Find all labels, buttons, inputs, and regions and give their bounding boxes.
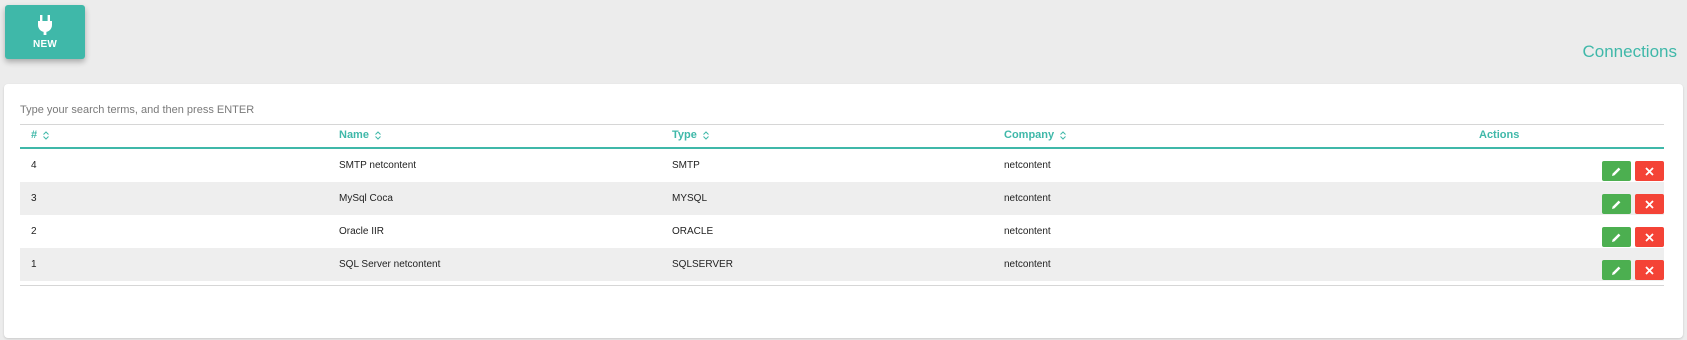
plug-icon bbox=[38, 14, 52, 35]
close-icon bbox=[1645, 265, 1654, 275]
cell-name: SQL Server netcontent bbox=[339, 259, 441, 270]
cell-type: ORACLE bbox=[672, 226, 714, 237]
column-header-company[interactable]: Company bbox=[1004, 129, 1066, 141]
delete-button[interactable] bbox=[1635, 227, 1664, 247]
table-row: 1 SQL Server netcontent SQLSERVER netcon… bbox=[20, 248, 1664, 281]
table-row: 4 SMTP netcontent SMTP netcontent bbox=[20, 149, 1664, 182]
close-icon bbox=[1645, 232, 1654, 242]
cell-id: 1 bbox=[31, 259, 37, 270]
connections-card: # Name Type Company Actions 4 SMTP netco… bbox=[4, 84, 1683, 338]
cell-type: MYSQL bbox=[672, 193, 708, 204]
edit-button[interactable] bbox=[1602, 260, 1631, 280]
cell-company: netcontent bbox=[1004, 226, 1051, 237]
page-title: Connections bbox=[1582, 42, 1677, 61]
cell-name: SMTP netcontent bbox=[339, 160, 417, 171]
cell-id: 3 bbox=[31, 193, 37, 204]
new-button-label: NEW bbox=[33, 38, 57, 50]
edit-button[interactable] bbox=[1602, 194, 1631, 214]
table-bottom-border bbox=[20, 285, 1664, 286]
cell-name: Oracle IIR bbox=[339, 226, 385, 237]
row-actions bbox=[1602, 260, 1664, 280]
column-header-name[interactable]: Name bbox=[339, 129, 381, 141]
cell-company: netcontent bbox=[1004, 160, 1051, 171]
pencil-icon bbox=[1612, 167, 1621, 176]
cell-id: 2 bbox=[31, 226, 37, 237]
cell-type: SMTP bbox=[672, 160, 700, 171]
cell-company: netcontent bbox=[1004, 193, 1051, 204]
row-actions bbox=[1602, 227, 1664, 247]
delete-button[interactable] bbox=[1635, 260, 1664, 280]
close-icon bbox=[1645, 199, 1654, 209]
table-row: 2 Oracle IIR ORACLE netcontent bbox=[20, 215, 1664, 248]
column-header-type[interactable]: Type bbox=[672, 129, 709, 141]
row-actions bbox=[1602, 194, 1664, 214]
connections-table: # Name Type Company Actions 4 SMTP netco… bbox=[20, 124, 1664, 286]
delete-button[interactable] bbox=[1635, 161, 1664, 181]
edit-button[interactable] bbox=[1602, 227, 1631, 247]
cell-company: netcontent bbox=[1004, 259, 1051, 270]
close-icon bbox=[1645, 166, 1654, 176]
search-input[interactable] bbox=[20, 100, 1670, 120]
pencil-icon bbox=[1612, 233, 1621, 242]
pencil-icon bbox=[1612, 266, 1621, 275]
table-row: 3 MySql Coca MYSQL netcontent bbox=[20, 182, 1664, 215]
sort-icon bbox=[1060, 130, 1066, 140]
table-header: # Name Type Company Actions bbox=[20, 125, 1664, 149]
cell-id: 4 bbox=[31, 160, 37, 171]
new-connection-button[interactable]: NEW bbox=[5, 5, 85, 59]
sort-icon bbox=[703, 130, 709, 140]
edit-button[interactable] bbox=[1602, 161, 1631, 181]
cell-type: SQLSERVER bbox=[672, 259, 733, 270]
cell-name: MySql Coca bbox=[339, 193, 393, 204]
column-header-actions: Actions bbox=[1479, 129, 1520, 141]
row-actions bbox=[1602, 161, 1664, 181]
pencil-icon bbox=[1612, 200, 1621, 209]
sort-icon bbox=[375, 130, 381, 140]
delete-button[interactable] bbox=[1635, 194, 1664, 214]
sort-icon bbox=[43, 130, 49, 140]
column-header-id[interactable]: # bbox=[31, 129, 49, 141]
